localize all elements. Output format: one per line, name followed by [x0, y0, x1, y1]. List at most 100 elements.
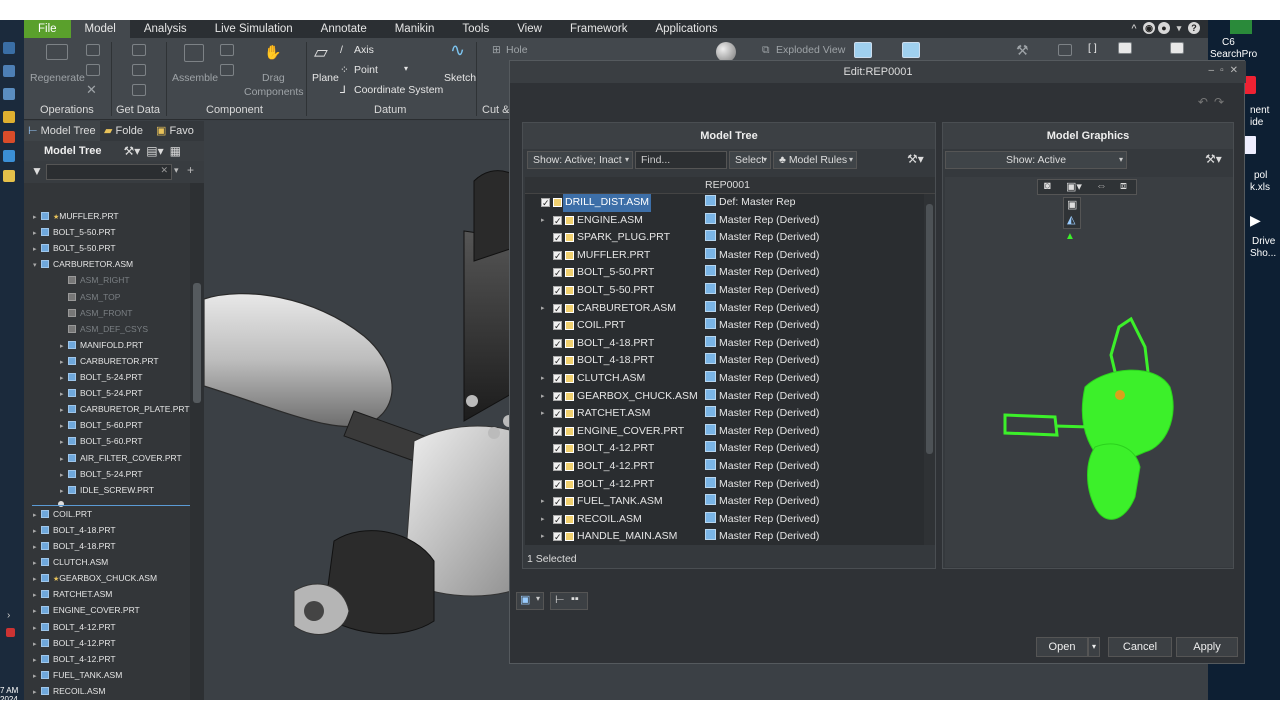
rep-value-cell[interactable]: Master Rep (Derived) — [705, 352, 819, 370]
chevron-down-icon[interactable]: ▾ — [404, 64, 408, 73]
rep-value-cell[interactable]: Master Rep (Derived) — [705, 335, 819, 353]
include-checkbox[interactable] — [553, 301, 562, 318]
close-icon[interactable]: ✕ — [86, 82, 97, 98]
include-checkbox[interactable] — [553, 424, 562, 441]
tree-row[interactable]: ▸ BOLT_5-60.PRT — [60, 433, 143, 449]
plane-button[interactable]: Plane — [312, 72, 339, 84]
measure-icon[interactable]: ⚒ — [1016, 42, 1029, 59]
expand-right-icon[interactable]: ▸ — [60, 484, 68, 500]
group-component[interactable]: Component — [206, 104, 263, 116]
rep-tree-row[interactable]: ▸ HANDLE_MAIN.ASM Master Rep (Derived) — [525, 528, 923, 547]
rep-value-cell[interactable]: Master Rep (Derived) — [705, 282, 819, 300]
expand-right-icon[interactable]: ▸ — [541, 511, 545, 529]
group-datum[interactable]: Datum — [374, 104, 406, 116]
expand-right-icon[interactable]: ▸ — [33, 685, 41, 700]
model-rules-button[interactable]: ♣ Model Rules ▾ — [773, 151, 857, 169]
rep-tree-row[interactable]: ▸ CARBURETOR.ASM Master Rep (Derived) — [525, 300, 923, 319]
rep-value-cell[interactable]: Def: Master Rep — [705, 194, 795, 212]
group-get-data[interactable]: Get Data — [116, 104, 160, 116]
tree-row[interactable]: ▸ FUEL_TANK.ASM — [33, 667, 122, 683]
get-data-icon[interactable] — [132, 44, 146, 56]
rep-tree-row[interactable]: ▸ RATCHET.ASM Master Rep (Derived) — [525, 405, 923, 424]
rep-value-cell[interactable]: Master Rep (Derived) — [705, 229, 819, 247]
notification-icon[interactable] — [6, 628, 15, 637]
tree-row[interactable]: ▸ BOLT_5-24.PRT — [60, 385, 143, 401]
expand-right-icon[interactable]: ▸ — [541, 370, 545, 388]
tree-columns-icon[interactable]: ▤▾ — [146, 144, 163, 158]
rep-value-cell[interactable]: Master Rep (Derived) — [705, 493, 819, 511]
tree-row[interactable]: ▸ AIR_FILTER_COVER.PRT — [60, 450, 182, 466]
expand-right-icon[interactable]: ▸ — [541, 212, 545, 230]
tree-row[interactable]: ▸ BOLT_4-18.PRT — [33, 522, 116, 538]
undo-redo-icons[interactable]: ↶↷ — [1198, 95, 1230, 109]
graphics-preview[interactable]: ◙ ▣▾ ⇔ ⧈ ▣ ◭ ▲ — [945, 177, 1233, 567]
expand-right-icon[interactable]: ▸ — [541, 528, 545, 546]
find-input[interactable]: Find... — [635, 151, 727, 169]
graphics-settings-icon[interactable]: ⚒▾ — [1205, 152, 1222, 166]
desktop-app-icon[interactable] — [1230, 20, 1252, 34]
tree-row[interactable]: ▸ BOLT_4-18.PRT — [33, 538, 116, 554]
tree-row[interactable]: ASM_RIGHT — [60, 272, 130, 288]
tree-row[interactable]: ▸ CARBURETOR_PLATE.PRT — [60, 401, 190, 417]
assemble-icon[interactable] — [184, 44, 204, 62]
rep-tree-row[interactable]: ENGINE_COVER.PRT Master Rep (Derived) — [525, 423, 923, 441]
include-checkbox[interactable] — [553, 213, 562, 230]
scrollbar-thumb[interactable] — [926, 204, 933, 454]
clear-search-icon[interactable]: ✕ — [160, 165, 168, 176]
group-cut[interactable]: Cut & — [482, 104, 510, 116]
rep-value-cell[interactable]: Master Rep (Derived) — [705, 528, 819, 546]
rep-value-cell[interactable]: Master Rep (Derived) — [705, 212, 819, 230]
desktop-app-icon[interactable] — [3, 65, 15, 77]
desktop-label[interactable]: Sho... — [1250, 248, 1276, 260]
tree-scrollbar-thumb[interactable] — [193, 283, 201, 403]
rep-value-cell[interactable]: Master Rep (Derived) — [705, 511, 819, 529]
group-operations[interactable]: Operations — [40, 104, 94, 116]
appearance-sphere-icon[interactable] — [716, 42, 736, 62]
include-checkbox[interactable] — [553, 459, 562, 477]
rep-tree-scrollbar[interactable] — [924, 194, 935, 545]
desktop-app-icon[interactable] — [3, 42, 15, 54]
assemble-button[interactable]: Assemble — [172, 72, 218, 84]
include-checkbox[interactable] — [553, 406, 562, 424]
axis-button[interactable]: Axis — [354, 44, 374, 56]
cancel-button[interactable]: Cancel — [1108, 637, 1172, 657]
tree-row[interactable]: ▸ BOLT_4-12.PRT — [33, 635, 116, 651]
add-icon[interactable]: + — [187, 163, 194, 177]
maximize-icon[interactable]: ▫ — [1220, 65, 1224, 76]
tree-graphics-toggle[interactable]: ⊢ ▪▪ — [550, 592, 588, 610]
tab-framework[interactable]: Framework — [556, 20, 642, 38]
include-checkbox[interactable] — [553, 477, 562, 494]
drag-button[interactable]: Drag — [262, 72, 285, 84]
tree-row[interactable]: ▸ BOLT_4-12.PRT — [33, 619, 116, 635]
rep-value-cell[interactable]: Master Rep (Derived) — [705, 388, 819, 406]
tree-row[interactable]: ▸ COIL.PRT — [33, 506, 92, 522]
include-checkbox[interactable] — [553, 371, 562, 389]
chevron-down-icon[interactable]: ▾ — [1173, 22, 1185, 34]
rep-tree-row[interactable]: BOLT_4-12.PRT Master Rep (Derived) — [525, 458, 923, 477]
component-icon[interactable] — [220, 64, 234, 76]
include-checkbox[interactable] — [553, 529, 562, 547]
point-button[interactable]: Point — [354, 64, 378, 76]
include-checkbox[interactable] — [553, 318, 562, 336]
drive-shortcut-icon[interactable]: ▶ — [1250, 212, 1261, 229]
tab-model-tree[interactable]: ⊢ Model Tree — [24, 121, 100, 141]
chevron-right-icon[interactable]: › — [7, 610, 10, 621]
include-checkbox[interactable] — [541, 195, 550, 213]
desktop-app-icon[interactable] — [3, 150, 15, 162]
chevron-down-icon[interactable]: ▾ — [174, 165, 179, 176]
tree-row[interactable]: ▸ BOLT_5-50.PRT — [33, 224, 116, 240]
get-data-icon[interactable] — [132, 64, 146, 76]
tree-row[interactable]: ▸ BOLT_5-60.PRT — [60, 417, 143, 433]
tree-row[interactable]: ▾ CARBURETOR.ASM — [33, 256, 133, 272]
info-icon[interactable] — [1170, 42, 1184, 54]
column-rep0001[interactable]: REP0001 — [705, 177, 750, 194]
desktop-label[interactable]: ide — [1250, 117, 1263, 129]
minimize-icon[interactable]: – — [1209, 65, 1215, 76]
tab-folder-browser[interactable]: ▰ Folde — [100, 121, 152, 141]
rep-tree-row[interactable]: MUFFLER.PRT Master Rep (Derived) — [525, 247, 923, 265]
tab-manikin[interactable]: Manikin — [381, 20, 449, 38]
tree-row[interactable]: ASM_DEF_CSYS — [60, 321, 148, 337]
rep-value-cell[interactable]: Master Rep (Derived) — [705, 423, 819, 441]
rep-value-cell[interactable]: Master Rep (Derived) — [705, 317, 819, 335]
tab-analysis[interactable]: Analysis — [130, 20, 201, 38]
